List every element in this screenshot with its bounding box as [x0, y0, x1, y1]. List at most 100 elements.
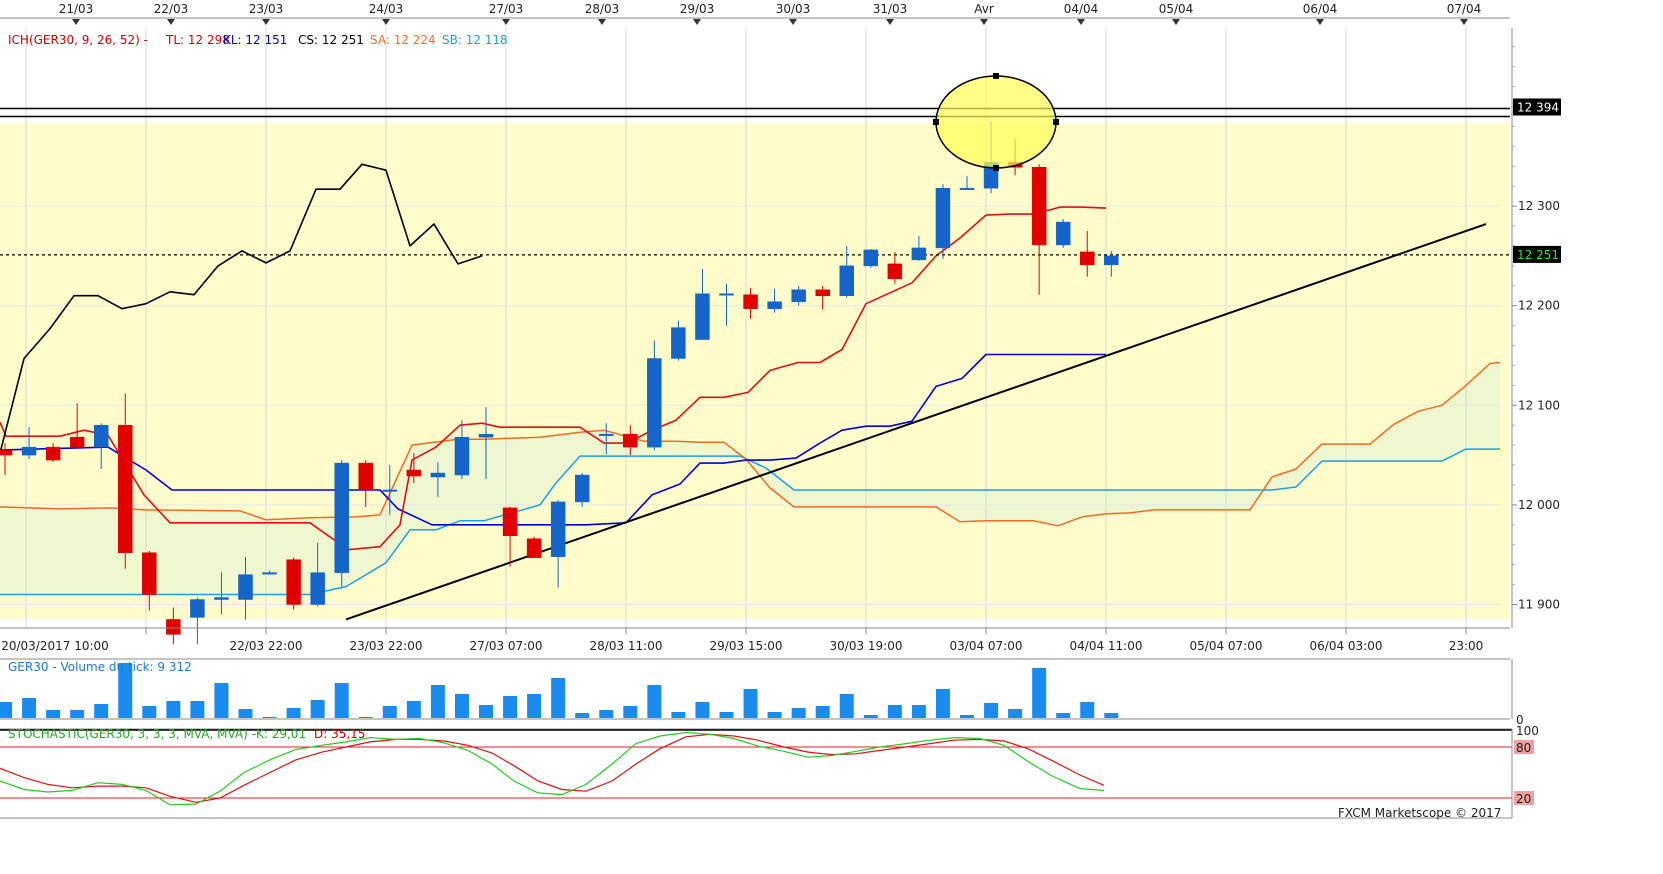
- volume-bar-19: [454, 694, 469, 718]
- candle-body-23: [550, 501, 566, 557]
- date-label-10: 04/04: [1064, 2, 1099, 16]
- volume-bar-0: [0, 702, 12, 718]
- date-label-1: 22/03: [154, 2, 189, 16]
- price-label-3: 12 000: [1518, 498, 1560, 512]
- stochastic-level-label-0: 20: [1516, 792, 1531, 806]
- stochastic-level-label-2: 100: [1516, 724, 1539, 738]
- price-label-0: 12 300: [1518, 199, 1560, 213]
- date-label-7: 30/03: [776, 2, 811, 16]
- volume-bar-41: [984, 703, 999, 718]
- candle-body-22: [526, 538, 542, 558]
- time-label-2: 23/03 22:00: [350, 639, 423, 653]
- candle-body-15: [358, 462, 373, 491]
- legend-ichimoku: ICH(GER30, 9, 26, 52) -: [8, 33, 148, 47]
- candle-body-36: [863, 249, 879, 267]
- candle-body-14: [334, 462, 349, 573]
- volume-bar-26: [623, 706, 638, 718]
- time-label-10: 06/04 03:00: [1310, 639, 1383, 653]
- volume-bar-14: [334, 683, 349, 718]
- volume-bar-23: [551, 678, 566, 718]
- candle-body-43: [1031, 167, 1047, 246]
- stochastic-d-label: D: 35,15: [314, 727, 365, 741]
- candle-body-28: [671, 327, 686, 359]
- time-label-8: 04/04 11:00: [1070, 639, 1143, 653]
- volume-bar-31: [743, 689, 758, 718]
- date-label-13: 07/04: [1447, 2, 1482, 16]
- volume-bar-46: [1104, 713, 1119, 718]
- volume-bar-3: [70, 710, 85, 718]
- legend-sb: SB: 12 118: [442, 33, 508, 47]
- ellipse-handle-3: [993, 165, 999, 171]
- candle-body-27: [647, 358, 662, 448]
- volume-bar-1: [22, 698, 37, 718]
- candle-body-16: [382, 489, 398, 492]
- candle-body-30: [719, 293, 734, 296]
- time-label-9: 05/04 07:00: [1190, 639, 1263, 653]
- volume-bar-44: [1056, 713, 1071, 718]
- candle-12: [286, 557, 301, 610]
- volume-bar-40: [960, 715, 974, 718]
- volume-bar-28: [671, 712, 686, 718]
- candle-body-8: [190, 599, 205, 618]
- candle-body-25: [599, 433, 614, 436]
- date-label-6: 29/03: [680, 2, 715, 16]
- volume-bar-10: [238, 709, 253, 718]
- time-label-0: 20/03/2017 10:00: [1, 639, 109, 653]
- candle-body-44: [1055, 221, 1071, 246]
- ellipse-handle-0: [993, 73, 999, 79]
- volume-bar-8: [190, 701, 205, 718]
- date-label-3: 24/03: [369, 2, 404, 16]
- stochastic-level-label-1: 80: [1516, 741, 1531, 755]
- candle-39: [935, 184, 951, 259]
- volume-bar-30: [719, 712, 734, 718]
- legend-tl: TL: 12 298: [165, 33, 230, 47]
- candle-body-33: [791, 289, 806, 302]
- candle-24: [574, 473, 590, 507]
- copyright: FXCM Marketscope © 2017: [1338, 806, 1501, 820]
- stochastic-k-label: K: 29,01: [256, 727, 306, 741]
- candle-36: [863, 248, 879, 268]
- volume-bar-39: [935, 689, 950, 718]
- volume-bar-2: [46, 710, 61, 718]
- candle-body-34: [815, 289, 830, 296]
- volume-bar-17: [406, 701, 421, 718]
- volume-bar-42: [1008, 709, 1023, 718]
- volume-label: GER30 - Volume du tick: 9 312: [8, 660, 192, 674]
- candle-body-20: [478, 433, 494, 438]
- time-label-7: 03/04 07:00: [950, 639, 1023, 653]
- candle-body-37: [887, 263, 903, 280]
- volume-bar-36: [863, 715, 878, 718]
- time-label-3: 27/03 07:00: [470, 639, 543, 653]
- candle-22: [526, 536, 542, 558]
- volume-bar-37: [887, 705, 902, 718]
- candle-body-7: [166, 619, 181, 635]
- candle-body-5: [118, 424, 133, 553]
- candle-body-31: [743, 294, 758, 309]
- ellipse-handle-1: [933, 119, 939, 125]
- time-label-5: 29/03 15:00: [710, 639, 783, 653]
- date-label-8: 31/03: [873, 2, 908, 16]
- volume-bar-35: [839, 694, 854, 718]
- legend-kl: KL: 12 151: [223, 33, 287, 47]
- candle-body-45: [1080, 251, 1095, 266]
- date-label-2: 23/03: [249, 2, 284, 16]
- candle-body-10: [238, 574, 253, 600]
- candle-body-17: [406, 469, 422, 477]
- chart-svg: 21/03 22/03 23/03 24/03 27/03 28/03 29/03 30/03…: [0, 0, 1663, 870]
- volume-bar-43: [1032, 668, 1047, 718]
- current-tag-label: 12 251: [1517, 248, 1559, 262]
- candle-body-24: [574, 474, 590, 503]
- time-label-11: 23:00: [1449, 639, 1484, 653]
- candle-body-1: [21, 446, 37, 456]
- candle-body-6: [142, 552, 157, 595]
- candle-body-2: [45, 446, 61, 461]
- volume-bar-22: [527, 694, 542, 718]
- volume-bar-33: [791, 708, 806, 718]
- candle-body-3: [69, 436, 85, 448]
- volume-bar-7: [166, 701, 181, 718]
- candle-body-11: [262, 572, 277, 575]
- volume-bar-15: [358, 717, 373, 718]
- volume-bar-18: [430, 685, 445, 718]
- volume-bar-13: [310, 700, 325, 718]
- candle-body-38: [911, 247, 927, 261]
